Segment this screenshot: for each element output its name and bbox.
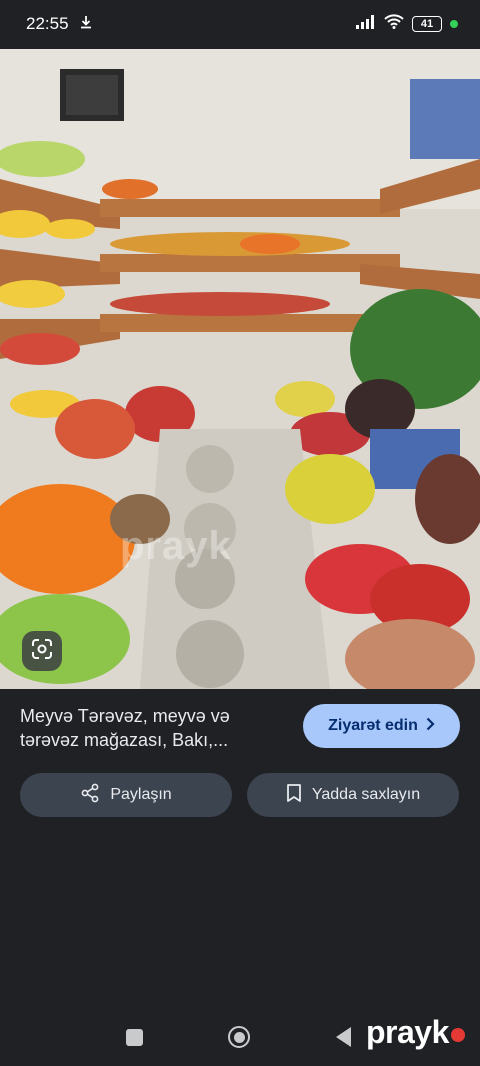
battery-icon: 41 <box>412 16 442 32</box>
watermark: prayk <box>120 524 232 568</box>
lens-icon <box>31 638 53 665</box>
recents-icon[interactable] <box>126 1029 143 1046</box>
lens-button[interactable] <box>22 631 62 671</box>
wifi-icon <box>384 14 404 34</box>
share-icon <box>80 783 100 808</box>
visit-button-label: Ziyarət edin <box>328 717 418 734</box>
share-button[interactable]: Paylaşın <box>20 773 232 817</box>
bookmark-icon <box>286 783 302 808</box>
download-icon <box>79 14 93 34</box>
result-image[interactable]: prayk <box>0 49 480 689</box>
share-button-label: Paylaşın <box>110 786 172 803</box>
signal-icon <box>356 14 376 34</box>
chevron-right-icon <box>426 717 435 736</box>
visit-button[interactable]: Ziyarət edin <box>303 704 460 748</box>
status-time: 22:55 <box>26 14 69 33</box>
back-icon[interactable] <box>336 1027 351 1047</box>
save-button[interactable]: Yadda saxlayın <box>247 773 459 817</box>
home-icon[interactable] <box>228 1026 250 1048</box>
status-bar: 22:55 41 <box>0 0 480 48</box>
save-button-label: Yadda saxlayın <box>311 786 421 803</box>
brand-logo: prayk <box>366 1014 465 1051</box>
result-title[interactable]: Meyvə Tərəvəz, meyvə və tərəvəz mağazası… <box>20 704 288 752</box>
fruit-shop-photo <box>0 49 480 689</box>
status-dot <box>450 20 458 28</box>
navigation-bar: prayk <box>0 1000 480 1066</box>
